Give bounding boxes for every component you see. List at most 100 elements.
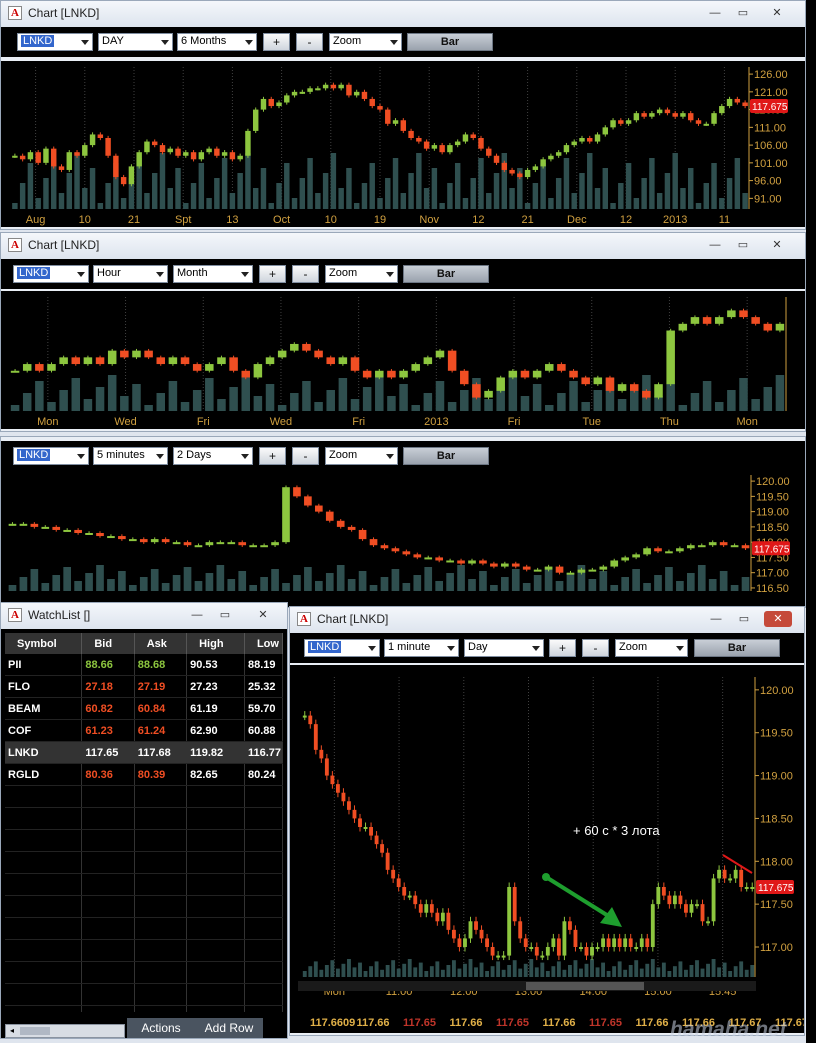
zoom-in-button[interactable]: + (259, 447, 286, 465)
chart-type-button[interactable]: Bar (407, 33, 493, 51)
volume-bar (708, 579, 717, 591)
candle-body (307, 88, 313, 92)
maximize-icon[interactable]: ▭ (211, 607, 239, 623)
title-bar[interactable]: A Chart [LNKD] — ▭ ✕ (1, 233, 805, 259)
close-icon[interactable]: ✕ (764, 611, 792, 627)
zoom-select[interactable]: Zoom (325, 447, 398, 465)
column-header[interactable]: Symbol (5, 633, 83, 654)
actions-button[interactable]: Actions (127, 1018, 195, 1038)
volume-bar (763, 387, 773, 411)
scroll-left-icon[interactable]: ◂ (7, 1026, 17, 1036)
title-bar[interactable]: A Chart [LNKD] — ▭ ✕ (290, 607, 804, 633)
zoom-out-button[interactable]: - (582, 639, 609, 657)
interval-select[interactable]: Hour (93, 265, 168, 283)
minimize-icon[interactable]: — (183, 607, 211, 623)
close-icon[interactable]: ✕ (763, 237, 791, 253)
interval-select[interactable]: 5 minutes (93, 447, 168, 465)
table-row[interactable]: RGLD 80.36 80.39 82.65 80.24 (5, 763, 284, 786)
volume-bar (252, 188, 259, 209)
symbol-select[interactable]: LNKD (13, 447, 89, 465)
candle-body (485, 938, 490, 947)
add-row-button[interactable]: Add Row (195, 1018, 263, 1038)
maximize-icon[interactable]: ▭ (730, 611, 758, 627)
chevron-down-icon (156, 454, 164, 459)
candle-body (540, 159, 546, 167)
table-row[interactable]: BEAM 60.82 60.84 61.19 59.70 (5, 697, 284, 720)
candle-body (423, 357, 433, 365)
close-icon[interactable]: ✕ (249, 607, 277, 623)
candle-body (315, 88, 321, 91)
title-bar[interactable]: A WatchList [] — ▭ ✕ (1, 603, 287, 629)
column-header[interactable]: Bid (81, 633, 135, 654)
zoom-in-button[interactable]: + (259, 265, 286, 283)
candle-body (695, 904, 699, 907)
chart-type-button[interactable]: Bar (403, 265, 489, 283)
price-chart[interactable]: Mon Wed Fri Wed Fri 2013 Fri Tue Thu Mon (1, 291, 805, 429)
zoom-select[interactable]: Zoom (325, 265, 398, 283)
table-row[interactable]: COF 61.23 61.24 62.90 60.88 (5, 719, 284, 742)
window-title: Chart [LNKD] (28, 238, 100, 252)
candle-body (719, 542, 728, 546)
candle-body (625, 120, 632, 124)
candle-body (486, 148, 492, 156)
volume-bar (447, 183, 453, 209)
zoom-select[interactable]: Zoom (615, 639, 688, 657)
volume-bar (446, 965, 451, 977)
zoom-out-button[interactable]: - (292, 447, 319, 465)
range-select[interactable]: Day (464, 639, 544, 657)
zoom-out-button[interactable]: - (292, 265, 319, 283)
price-chart[interactable]: Aug 10 21 Spt 13 Oct 10 19 Nov 12 21 Dec 12 2013 11 126… (1, 61, 805, 227)
price-chart[interactable]: Mon 11:00 12:00 13:00 14:00 15:00 15:45 120.00 1… (290, 665, 804, 1033)
volume-bar (19, 183, 26, 209)
x-tick-label: 2013 (424, 416, 448, 428)
scroll-thumb[interactable] (20, 1027, 50, 1035)
zoom-in-button[interactable]: + (263, 33, 290, 51)
volume-bar (315, 193, 321, 209)
candle-body (439, 145, 445, 153)
interval-select[interactable]: DAY (98, 33, 173, 51)
volume-bar (490, 966, 495, 977)
table-row[interactable]: PII 88.66 88.68 90.53 88.19 (5, 654, 284, 676)
minimize-icon[interactable]: — (701, 5, 729, 21)
range-select[interactable]: 6 Months (177, 33, 257, 51)
horizontal-scrollbar[interactable]: ◂ (5, 1024, 125, 1038)
interval-select[interactable]: 1 minute (384, 639, 459, 657)
candle-body (391, 548, 400, 552)
column-header[interactable]: Low (244, 633, 284, 654)
volume-bar (625, 163, 632, 209)
empty-cell (186, 873, 245, 896)
column-header[interactable]: High (186, 633, 245, 654)
range-select[interactable]: 2 Days (173, 447, 253, 465)
title-bar[interactable]: A Chart [LNKD] — ▭ ✕ (1, 1, 805, 27)
symbol-select[interactable]: LNKD (304, 639, 380, 657)
x-tick-label: 13 (226, 214, 238, 226)
price-chart[interactable]: 120.00119.50119.00118.50118.00117.50117.… (1, 471, 805, 607)
volume-bar (672, 153, 678, 209)
chart-type-button[interactable]: Bar (694, 639, 780, 657)
table-row[interactable]: FLO 27.18 27.19 27.23 25.32 (5, 675, 284, 698)
close-icon[interactable]: ✕ (763, 5, 791, 21)
candle-body (58, 166, 65, 170)
range-select[interactable]: Month (173, 265, 253, 283)
volume-bar (457, 565, 465, 591)
zoom-out-button[interactable]: - (296, 33, 323, 51)
volume-bar (512, 960, 517, 977)
zoom-in-button[interactable]: + (549, 639, 576, 657)
candle-body (190, 152, 197, 160)
chart-type-button[interactable]: Bar (403, 447, 489, 465)
column-header[interactable]: Ask (134, 633, 188, 654)
maximize-icon[interactable]: ▭ (729, 5, 757, 21)
volume-bar (484, 399, 493, 411)
table-row[interactable]: LNKD 117.65 117.68 119.82 116.77 (5, 741, 284, 764)
zoom-select[interactable]: Zoom (329, 33, 402, 51)
volume-bar (380, 577, 389, 591)
candle-body (271, 542, 279, 546)
candle-body (751, 317, 760, 324)
candle-body (431, 145, 438, 149)
minimize-icon[interactable]: — (701, 237, 729, 253)
symbol-select[interactable]: LNKD (17, 33, 93, 51)
minimize-icon[interactable]: — (702, 611, 730, 627)
candle-body (717, 869, 722, 879)
maximize-icon[interactable]: ▭ (729, 237, 757, 253)
symbol-select[interactable]: LNKD (13, 265, 89, 283)
